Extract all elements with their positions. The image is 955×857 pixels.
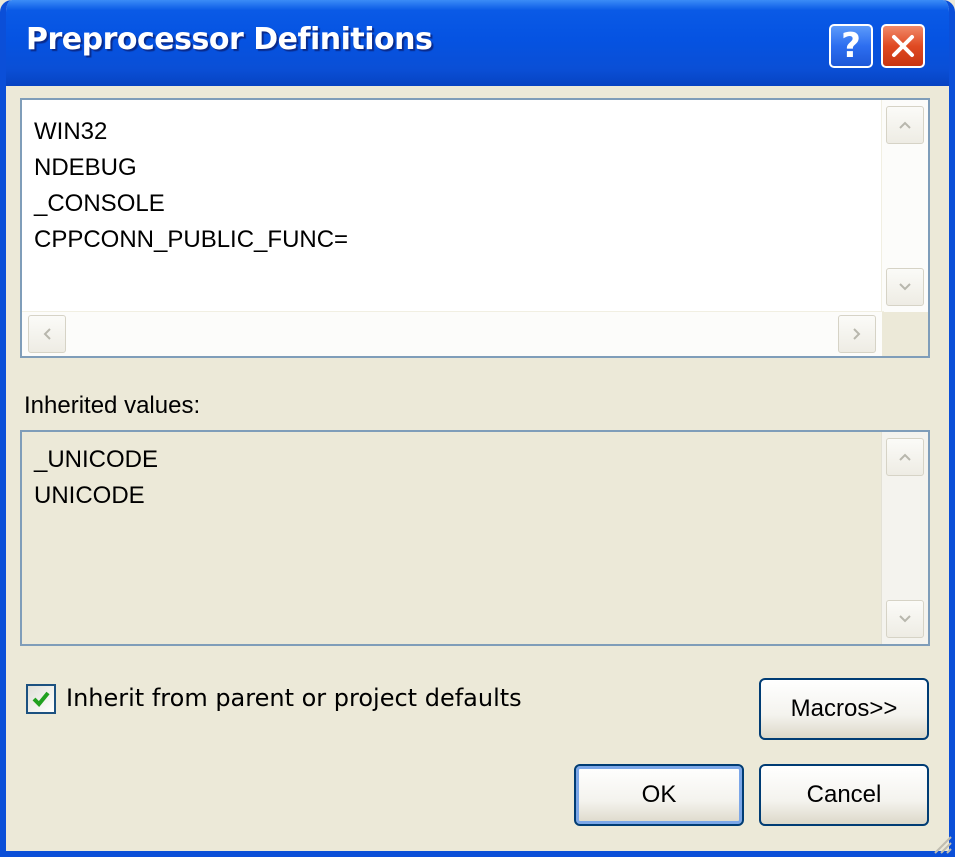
scroll-down-button[interactable] — [886, 600, 924, 638]
scrollbar-corner — [882, 312, 928, 356]
close-button[interactable] — [881, 24, 925, 68]
chevron-up-icon — [899, 121, 911, 129]
definition-line: NDEBUG — [34, 154, 137, 181]
scroll-up-button[interactable] — [886, 438, 924, 476]
definition-line: WIN32 — [34, 118, 108, 145]
close-icon — [892, 35, 914, 57]
chevron-down-icon — [899, 283, 911, 291]
chevron-right-icon — [853, 328, 861, 340]
definitions-lines: WIN32 NDEBUG _CONSOLE CPPCONN_PUBLIC_FUN… — [34, 114, 348, 258]
cancel-button[interactable]: Cancel — [759, 764, 929, 826]
inherited-values-box: _UNICODE UNICODE — [20, 430, 930, 646]
checkmark-icon — [32, 691, 50, 707]
scroll-up-button[interactable] — [886, 106, 924, 144]
title-bar[interactable]: Preprocessor Definitions ? — [6, 0, 949, 86]
scroll-left-button[interactable] — [28, 315, 66, 353]
inherited-vertical-scrollbar[interactable] — [881, 432, 928, 644]
resize-grip-icon[interactable] — [929, 831, 953, 855]
definitions-horizontal-scrollbar[interactable] — [22, 311, 884, 356]
chevron-left-icon — [43, 328, 51, 340]
scroll-down-button[interactable] — [886, 268, 924, 306]
inherited-lines: _UNICODE UNICODE — [34, 442, 158, 514]
inherit-checkbox[interactable] — [26, 684, 56, 714]
inherit-checkbox-label[interactable]: Inherit from parent or project defaults — [66, 684, 522, 712]
macros-button[interactable]: Macros>> — [759, 678, 929, 740]
definition-line: _CONSOLE — [34, 190, 165, 217]
inherited-line: _UNICODE — [34, 446, 159, 473]
scroll-right-button[interactable] — [838, 315, 876, 353]
definition-line: CPPCONN_PUBLIC_FUNC= — [34, 226, 349, 253]
ok-button[interactable]: OK — [574, 764, 744, 826]
inherited-line: UNICODE — [34, 482, 145, 509]
inherited-values-label: Inherited values: — [24, 392, 201, 419]
definitions-textbox[interactable]: WIN32 NDEBUG _CONSOLE CPPCONN_PUBLIC_FUN… — [20, 98, 930, 358]
chevron-down-icon — [899, 615, 911, 623]
help-button[interactable]: ? — [829, 24, 873, 68]
definitions-vertical-scrollbar[interactable] — [881, 100, 928, 314]
chevron-up-icon — [899, 453, 911, 461]
help-icon: ? — [841, 26, 861, 66]
dialog-title: Preprocessor Definitions — [26, 22, 433, 57]
